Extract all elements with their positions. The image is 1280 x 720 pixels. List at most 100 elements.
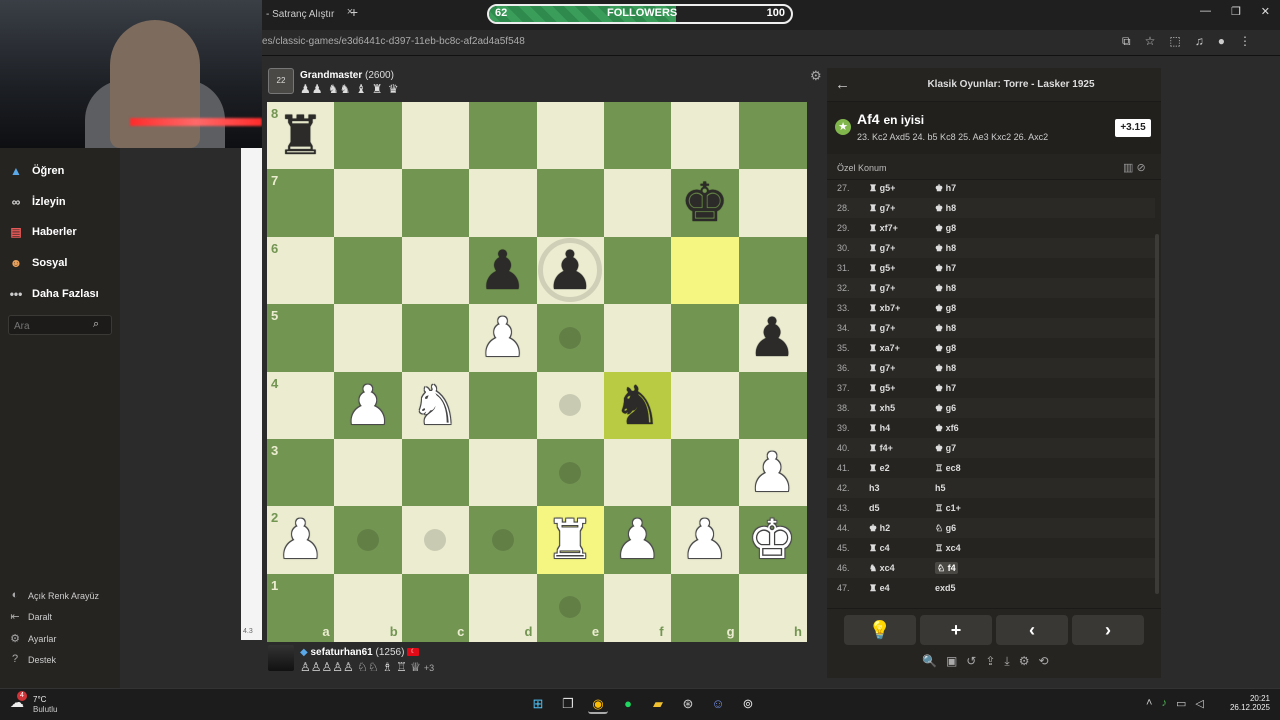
piece-d5[interactable]: ♟ xyxy=(469,304,536,371)
move-hint-dot[interactable] xyxy=(491,528,514,551)
browser-tab[interactable]: - Satranç Alıştır xyxy=(262,4,342,26)
black-move[interactable]: ♘ g6 xyxy=(935,523,1015,534)
black-move[interactable]: ♖ c1+ xyxy=(935,503,1015,514)
black-move[interactable]: ♚ h8 xyxy=(935,203,1015,214)
white-move[interactable]: h3 xyxy=(869,483,929,493)
share-icon[interactable]: ⇪ xyxy=(985,654,995,669)
extensions-icon[interactable]: ⬚ xyxy=(1169,34,1180,49)
tray-chevron-icon[interactable]: ˄ xyxy=(1146,697,1152,710)
network-icon[interactable]: ▭ xyxy=(1176,697,1186,710)
square-c7[interactable] xyxy=(401,169,470,238)
support-button[interactable]: ? Destek xyxy=(0,650,120,670)
browser-menu-icon[interactable]: ⋮ xyxy=(1239,34,1251,49)
bottom-player-name[interactable]: ◆ sefaturhan61 (1256) ☾ xyxy=(300,647,420,658)
square-f5[interactable] xyxy=(603,304,672,372)
zoom-icon[interactable]: 🔍 xyxy=(922,654,937,669)
piece-h5[interactable]: ♟ xyxy=(739,304,806,371)
piece-d6[interactable]: ♟ xyxy=(469,237,536,304)
black-move[interactable]: ♘ f4 xyxy=(935,562,1015,574)
white-move[interactable]: ♜ g5+ xyxy=(869,263,929,274)
undo-icon[interactable]: ↺ xyxy=(966,654,976,669)
black-move[interactable]: ♚ h8 xyxy=(935,323,1015,334)
sidebar-item-learn[interactable]: ▲ Öğren xyxy=(0,156,120,186)
search-icon[interactable]: ⌕ xyxy=(93,318,107,332)
square-c8[interactable] xyxy=(401,102,470,170)
previous-move-button[interactable]: ‹ xyxy=(996,615,1068,645)
square-f8[interactable] xyxy=(603,102,672,170)
square-c6[interactable] xyxy=(401,236,470,305)
white-move[interactable]: ♜ g5+ xyxy=(869,183,929,194)
piece-a8[interactable]: ♜ xyxy=(267,102,334,169)
white-move[interactable]: ♜ g7+ xyxy=(869,363,929,374)
square-b3[interactable] xyxy=(334,438,403,507)
white-move[interactable]: ♜ g7+ xyxy=(869,203,929,214)
square-b8[interactable] xyxy=(334,102,403,170)
download-icon[interactable]: ⤓ xyxy=(1004,654,1009,669)
file-explorer-icon[interactable]: ▰ xyxy=(648,694,668,714)
black-move[interactable]: ♚ g6 xyxy=(935,403,1015,414)
black-move[interactable]: ♚ g8 xyxy=(935,303,1015,314)
white-move[interactable]: ♜ e4 xyxy=(869,583,929,594)
move-list-scrollbar[interactable] xyxy=(1155,234,1159,594)
square-h4[interactable] xyxy=(738,371,807,440)
piece-h2[interactable]: ♚ xyxy=(739,506,806,573)
weather-temp[interactable]: 7°C xyxy=(33,695,46,704)
white-move[interactable]: ♜ g7+ xyxy=(869,283,929,294)
chrome-icon[interactable]: ◉ xyxy=(588,694,608,714)
square-d4[interactable] xyxy=(469,371,537,440)
black-move[interactable]: ♚ g7 xyxy=(935,443,1015,454)
square-h6[interactable] xyxy=(738,236,807,305)
square-g3[interactable] xyxy=(671,438,740,507)
black-move[interactable]: h5 xyxy=(935,483,1015,493)
white-move[interactable]: ♜ xh5 xyxy=(869,403,929,414)
white-move[interactable]: ♞ xc4 xyxy=(869,563,929,574)
media-icon[interactable]: ♫ xyxy=(1195,34,1204,49)
volume-icon[interactable]: ◁ xyxy=(1195,697,1203,710)
square-b7[interactable] xyxy=(334,169,403,238)
move-hint-dot[interactable] xyxy=(559,326,582,349)
bookmark-star-icon[interactable]: ☆ xyxy=(1145,34,1156,49)
square-b6[interactable] xyxy=(334,236,403,305)
task-view-icon[interactable]: ❐ xyxy=(558,694,578,714)
clock-icon[interactable]: ⊘ xyxy=(1136,162,1145,174)
black-move[interactable]: ♖ xc4 xyxy=(935,543,1015,554)
bottom-player-avatar[interactable] xyxy=(268,645,294,671)
square-d3[interactable] xyxy=(469,438,537,507)
square-h7[interactable] xyxy=(738,169,807,238)
new-tab-button[interactable]: + xyxy=(346,4,362,24)
black-move[interactable]: ♚ h8 xyxy=(935,283,1015,294)
white-move[interactable]: ♜ f4+ xyxy=(869,443,929,454)
sidebar-item-social[interactable]: ☻ Sosyal xyxy=(0,248,120,278)
hint-button[interactable]: 💡 xyxy=(844,615,916,645)
microphone-icon[interactable]: ♪ xyxy=(1161,697,1167,710)
board-icon[interactable]: ▣ xyxy=(946,654,957,669)
white-move[interactable]: ♜ xf7+ xyxy=(869,223,929,234)
discord-icon[interactable]: ☺ xyxy=(708,694,728,714)
add-button[interactable]: + xyxy=(920,615,992,645)
piece-c4[interactable]: ♞ xyxy=(402,372,469,439)
square-b5[interactable] xyxy=(334,304,403,372)
black-move[interactable]: ♚ xf6 xyxy=(935,423,1015,434)
light-theme-toggle[interactable]: ◐ Açık Renk Arayüz xyxy=(0,586,120,606)
square-f7[interactable] xyxy=(603,169,672,238)
steam-icon[interactable]: ⊛ xyxy=(678,694,698,714)
square-e7[interactable] xyxy=(536,169,605,238)
square-e8[interactable] xyxy=(536,102,605,170)
white-move[interactable]: d5 xyxy=(869,503,929,513)
black-move[interactable]: ♖ ec8 xyxy=(935,463,1015,474)
white-move[interactable]: ♜ g7+ xyxy=(869,323,929,334)
square-g4[interactable] xyxy=(671,371,740,440)
square-g5[interactable] xyxy=(671,304,740,372)
move-hint-dot[interactable] xyxy=(357,528,380,551)
white-move[interactable]: ♜ xb7+ xyxy=(869,303,929,314)
close-window-button[interactable]: ✕ xyxy=(1261,5,1270,23)
url-text[interactable]: es/classic-games/e3d6441c-d397-11eb-bc8c… xyxy=(262,36,525,47)
settings-button[interactable]: ⚙ Ayarlar xyxy=(0,629,120,649)
white-move[interactable]: ♜ h4 xyxy=(869,423,929,434)
square-g8[interactable] xyxy=(671,102,740,170)
chess-board[interactable]: 8 7 6 5 4 3 2 1 a b c d e f g h ♜ ♚ ♟ ♟ ♟ ♟ ♟ ♞ ♞ ♟ ♟ ♜ ♟ ♟ ♚ xyxy=(267,102,807,642)
maximize-button[interactable]: ❐ xyxy=(1231,5,1241,23)
white-move[interactable]: ♜ xa7+ xyxy=(869,343,929,354)
white-move[interactable]: ♜ g7+ xyxy=(869,243,929,254)
board-settings-gear-icon[interactable]: ⚙ xyxy=(810,68,822,84)
